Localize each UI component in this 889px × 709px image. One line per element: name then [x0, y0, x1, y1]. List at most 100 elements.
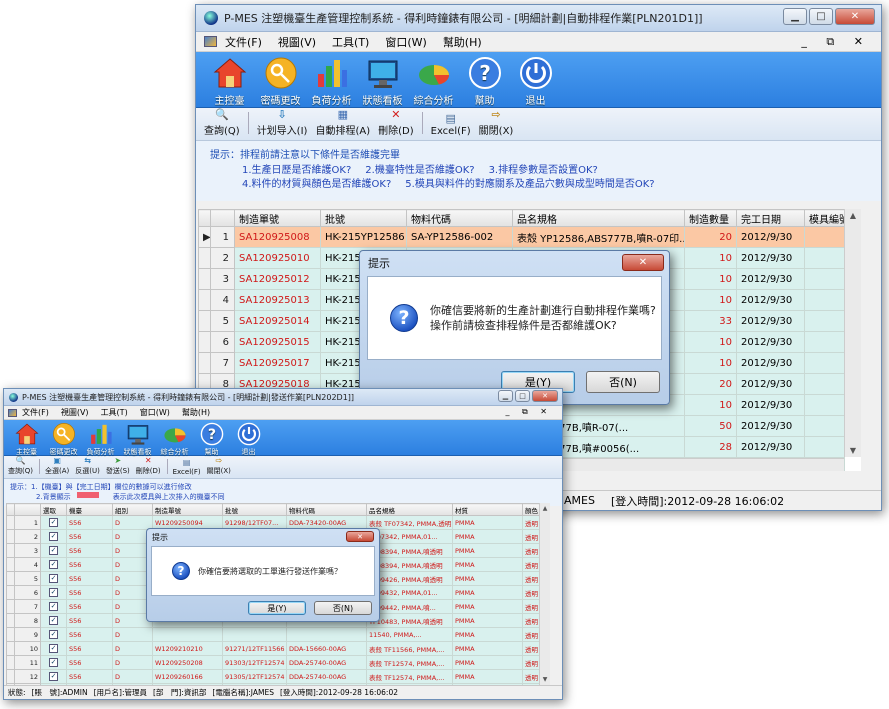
mold-number-cell[interactable] [804, 436, 845, 458]
lot-number-cell[interactable] [222, 627, 287, 642]
delete-button[interactable]: ✕ 刪除(D) [136, 456, 161, 476]
machine-cell[interactable]: S56 [66, 557, 113, 572]
product-spec-cell[interactable]: 表殼 TF11566, PMMA,... [366, 641, 453, 656]
menu-tools[interactable]: 工具(T) [101, 407, 128, 418]
window-title-bar[interactable]: P-MES 注塑機臺生產管理控制系統 - 得利時鐘錶有限公司 - [明細計劃|發… [4, 389, 562, 406]
color-cell[interactable]: 透明 [522, 641, 540, 656]
quantity-cell[interactable]: 33 [684, 310, 737, 332]
finish-date-cell[interactable]: 2012/9/30 [736, 331, 805, 353]
group-cell[interactable]: D [112, 627, 153, 642]
mdi-child-icon[interactable] [8, 408, 17, 417]
column-header[interactable]: 批號 [222, 503, 287, 516]
column-header[interactable]: 模具編號 [804, 209, 845, 227]
send-button[interactable]: ➤ 發送(S) [106, 456, 130, 476]
quantity-cell[interactable]: 28 [684, 436, 737, 458]
mold-number-cell[interactable] [804, 268, 845, 290]
delete-button[interactable]: ✕ 刪除(D) [378, 108, 414, 137]
finish-date-cell[interactable]: 2012/9/30 [736, 247, 805, 269]
mold-number-cell[interactable] [804, 247, 845, 269]
select-checkbox[interactable]: ✓ [49, 616, 58, 625]
color-cell[interactable]: 透明 [522, 515, 540, 530]
material-cell[interactable]: PMMA [452, 557, 523, 572]
material-cell[interactable]: PMMA [452, 627, 523, 642]
color-cell[interactable]: 透明 [522, 571, 540, 586]
order-number-cell[interactable]: SA120925010 [234, 247, 321, 269]
mold-number-cell[interactable] [804, 331, 845, 353]
yes-button[interactable]: 是(Y) [248, 601, 306, 615]
mold-number-cell[interactable] [804, 394, 845, 416]
maximize-button[interactable]: □ [515, 390, 530, 402]
machine-cell[interactable]: S56 [66, 515, 113, 530]
quantity-cell[interactable]: 50 [684, 415, 737, 437]
column-header[interactable]: 選取 [40, 503, 67, 516]
material-cell[interactable]: PMMA [452, 585, 523, 600]
mdi-controls[interactable]: _ ⧉ ✕ [505, 407, 552, 417]
column-header[interactable]: 制造數量 [684, 209, 737, 227]
material-cell[interactable]: PMMA [452, 529, 523, 544]
select-checkbox[interactable]: ✓ [49, 518, 58, 527]
close-form-button[interactable]: ⇨ 關閉(X) [207, 456, 231, 476]
color-cell[interactable]: 透明 [522, 543, 540, 558]
quantity-cell[interactable]: 10 [684, 331, 737, 353]
exit-button[interactable]: 退出 [510, 56, 561, 107]
material-cell[interactable]: PMMA [452, 655, 523, 670]
group-cell[interactable]: D [112, 669, 153, 684]
material-cell[interactable]: PMMA [452, 641, 523, 656]
material-cell[interactable]: PMMA [452, 543, 523, 558]
table-row[interactable]: 10 ✓ S56 D W1209210210 91271/12TF11566 DDA-156… [6, 641, 540, 656]
select-checkbox[interactable]: ✓ [49, 602, 58, 611]
column-header[interactable]: 品名規格 [366, 503, 453, 516]
machine-cell[interactable]: S56 [66, 529, 113, 544]
menu-view[interactable]: 視圖(V) [278, 34, 316, 50]
finish-date-cell[interactable]: 2012/9/30 [736, 373, 805, 395]
help-button[interactable]: ? 幫助 [193, 422, 230, 457]
status-board-button[interactable]: 狀態看板 [119, 422, 156, 457]
quantity-cell[interactable]: 10 [684, 394, 737, 416]
auto-schedule-button[interactable]: ▦ 自動排程(A) [315, 108, 370, 137]
lot-number-cell[interactable]: 91271/12TF11566 [222, 641, 287, 656]
scroll-up-icon[interactable]: ▲ [543, 505, 548, 512]
finish-date-cell[interactable]: 2012/9/30 [736, 289, 805, 311]
order-number-cell[interactable]: W1209210210 [152, 641, 223, 656]
machine-cell[interactable]: S56 [66, 613, 113, 628]
order-number-cell[interactable]: SA120925012 [234, 268, 321, 290]
product-spec-cell[interactable]: 表殼 TF07342, PMMA,透明 [366, 515, 453, 530]
column-header[interactable]: 品名規格 [512, 209, 685, 227]
product-spec-cell[interactable]: 表殼 TF12574, PMMA,... [366, 669, 453, 684]
machine-cell[interactable]: S56 [66, 627, 113, 642]
scroll-up-icon[interactable]: ▲ [850, 211, 856, 220]
excel-button[interactable]: ▤ Excel(F) [431, 112, 471, 137]
minimize-button[interactable]: ▁ [783, 8, 807, 25]
exit-button[interactable]: 退出 [230, 422, 267, 457]
finish-date-cell[interactable]: 2012/9/30 [736, 310, 805, 332]
finish-date-cell[interactable]: 2012/9/30 [736, 415, 805, 437]
query-button[interactable]: 🔍 查詢(Q) [204, 108, 240, 137]
minimize-button[interactable]: ▁ [498, 390, 513, 402]
column-header[interactable]: 完工日期 [736, 209, 805, 227]
menu-help[interactable]: 幫助(H) [443, 34, 482, 50]
select-checkbox[interactable]: ✓ [49, 658, 58, 667]
order-number-cell[interactable]: W1209260166 [152, 669, 223, 684]
machine-cell[interactable]: S56 [66, 669, 113, 684]
order-number-cell[interactable]: SA120925017 [234, 352, 321, 374]
machine-cell[interactable]: S56 [66, 599, 113, 614]
load-analysis-button[interactable]: 負荷分析 [82, 422, 119, 457]
select-checkbox-cell[interactable]: ✓ [40, 641, 67, 656]
machine-cell[interactable]: S56 [66, 655, 113, 670]
select-checkbox-cell[interactable]: ✓ [40, 515, 67, 530]
close-button[interactable]: ✕ [835, 8, 875, 25]
column-header[interactable]: 批號 [320, 209, 407, 227]
product-spec-cell[interactable]: 11540, PMMA,... [366, 627, 453, 642]
material-code-cell[interactable]: DDA-15660-00AG [286, 641, 367, 656]
maximize-button[interactable]: □ [809, 8, 833, 25]
mold-number-cell[interactable] [804, 226, 845, 248]
table-row[interactable]: 9 ✓ S56 D 11540, PMMA,... PMMA 透明 [6, 627, 540, 642]
column-header[interactable]: 材質 [452, 503, 523, 516]
window-title-bar[interactable]: P-MES 注塑機臺生產管理控制系統 - 得利時鐘錶有限公司 - [明細計劃|自… [196, 5, 881, 32]
select-all-button[interactable]: ▣ 全選(A) [45, 456, 69, 476]
select-checkbox[interactable]: ✓ [49, 644, 58, 653]
column-header[interactable]: 組別 [112, 503, 153, 516]
mold-number-cell[interactable] [804, 352, 845, 374]
order-number-cell[interactable] [152, 627, 223, 642]
select-checkbox[interactable]: ✓ [49, 574, 58, 583]
